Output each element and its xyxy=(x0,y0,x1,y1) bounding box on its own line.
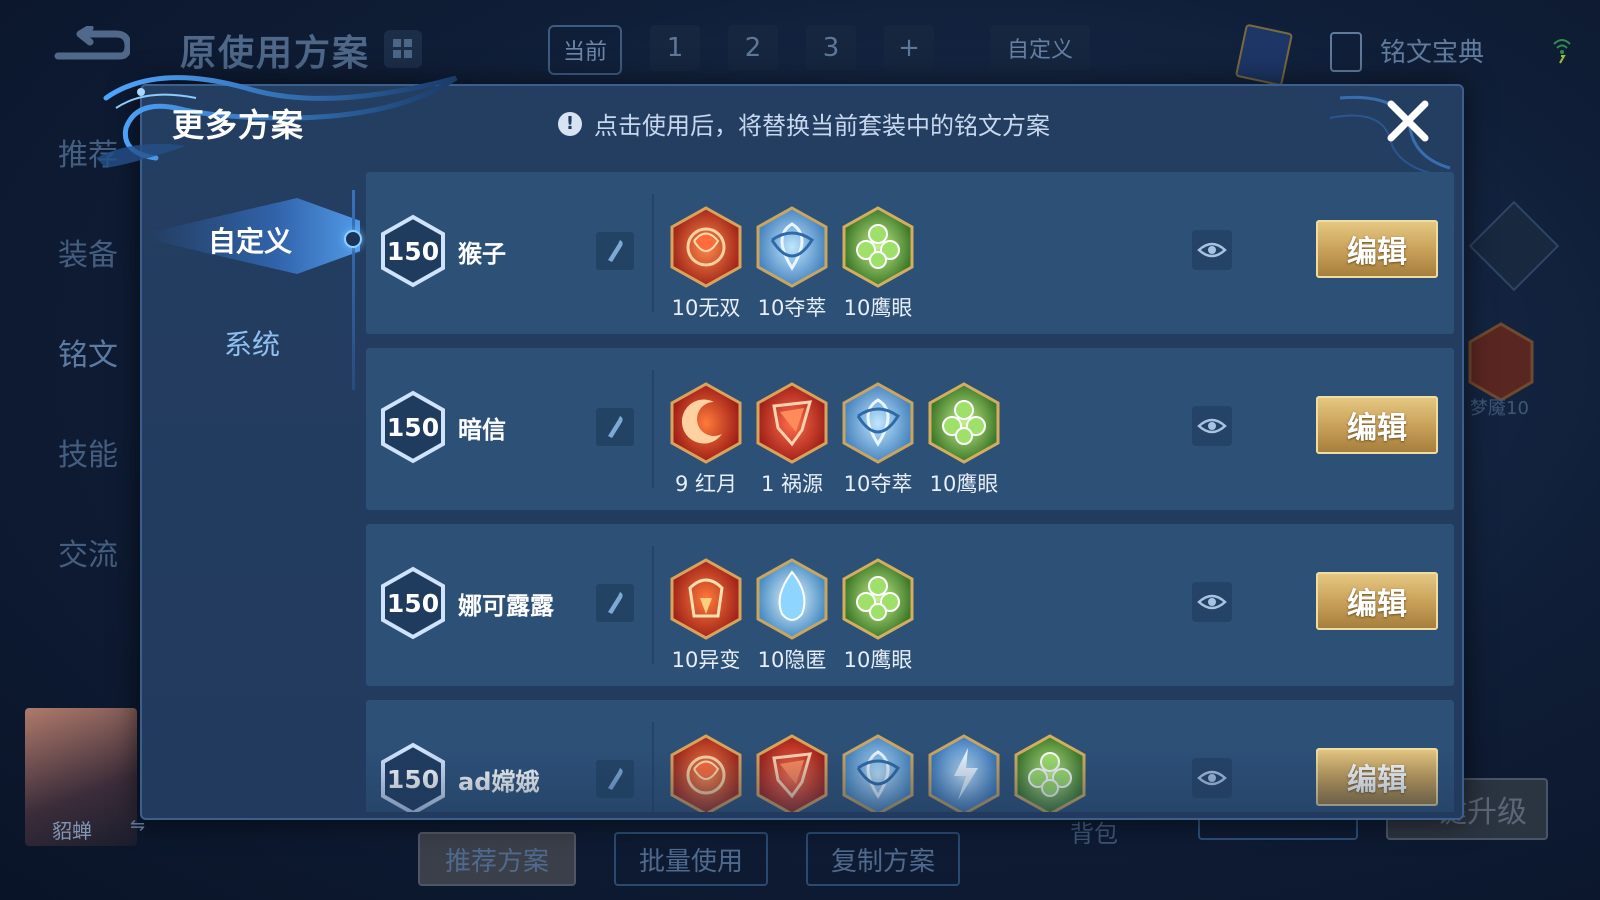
row-divider xyxy=(652,722,654,812)
tab-custom[interactable]: 自定义 xyxy=(990,25,1090,71)
level-value: 150 xyxy=(386,588,440,618)
preview-eye-icon[interactable] xyxy=(1192,406,1232,446)
plan-name: 暗信 xyxy=(458,416,506,444)
rune-label: 10隐匿 xyxy=(757,648,827,672)
rune-red-tower-icon xyxy=(670,558,742,640)
preview-eye-icon[interactable] xyxy=(1192,758,1232,798)
tab-3[interactable]: 3 xyxy=(806,25,856,71)
plan-name: 猴子 xyxy=(458,240,506,268)
grid-icon[interactable] xyxy=(384,30,422,68)
rune-gem-icon xyxy=(1468,322,1534,402)
rune-label: 9 红月 xyxy=(674,472,738,496)
rune-red-rose-icon xyxy=(670,734,742,812)
preview-eye-icon[interactable] xyxy=(1192,582,1232,622)
nav-runes[interactable]: 铭文 xyxy=(58,330,118,430)
plan-row[interactable]: 150 ad嫦娥 编辑 xyxy=(366,700,1454,812)
sidebar-selected-dot xyxy=(344,230,362,248)
notice-bar: ! 点击使用后，将替换当前套装中的铭文方案 xyxy=(558,106,1050,141)
rune-red-shard-icon xyxy=(756,734,828,812)
rune-green-clover-icon xyxy=(1014,734,1086,812)
level-badge: 150 xyxy=(380,390,446,464)
tab-1[interactable]: 1 xyxy=(650,25,700,71)
sidebar-item-custom[interactable]: 自定义 xyxy=(208,220,292,260)
sidebar-divider xyxy=(352,190,355,390)
level-value: 150 xyxy=(386,412,440,442)
rune-label: 10鹰眼 xyxy=(843,296,913,320)
copy-plan-button[interactable]: 复制方案 xyxy=(806,832,960,886)
row-divider xyxy=(652,546,654,664)
tab-add[interactable]: + xyxy=(884,25,934,71)
rune-blue-knot-icon xyxy=(842,734,914,812)
rune-blue-knot-icon xyxy=(842,382,914,464)
rune-green-clover-icon xyxy=(842,206,914,288)
rune-blue-knot-icon xyxy=(756,206,828,288)
rename-pencil-icon[interactable] xyxy=(596,584,634,622)
plan-name: 娜可露露 xyxy=(458,592,554,620)
rune-blue-bolt-icon xyxy=(928,734,1000,812)
rename-pencil-icon[interactable] xyxy=(596,408,634,446)
dialog-title: 更多方案 xyxy=(172,106,305,144)
rune-blue-flame-icon xyxy=(756,558,828,640)
nav-skills[interactable]: 技能 xyxy=(58,430,118,530)
tab-2[interactable]: 2 xyxy=(728,25,778,71)
rune-book-label[interactable]: 铭文宝典 xyxy=(1380,32,1484,69)
card-icon[interactable] xyxy=(1234,23,1294,87)
level-badge: 150 xyxy=(380,566,446,640)
edit-button[interactable]: 编辑 xyxy=(1316,220,1438,278)
rune-label: 10夺萃 xyxy=(757,296,827,320)
rune-green-clover-icon xyxy=(928,382,1000,464)
row-divider xyxy=(652,194,654,312)
rune-red-shard-icon xyxy=(756,382,828,464)
edit-button[interactable]: 编辑 xyxy=(1316,396,1438,454)
book-icon[interactable] xyxy=(1330,32,1362,72)
info-icon: ! xyxy=(558,111,582,136)
row-divider xyxy=(652,370,654,488)
rune-label: 1 祸源 xyxy=(760,472,824,496)
bg-left-nav: 推荐 装备 铭文 技能 交流 xyxy=(58,130,118,630)
rune-red-moon-icon xyxy=(670,382,742,464)
rune-label: 10异变 xyxy=(671,648,741,672)
rune-red-rose-icon xyxy=(670,206,742,288)
recommend-plan-button[interactable]: 推荐方案 xyxy=(418,832,576,886)
back-arrow-icon[interactable] xyxy=(50,26,130,66)
level-badge: 150 xyxy=(380,742,446,812)
plan-row[interactable]: 150 娜可露露 10异变 10隐匿 10鹰眼 编辑 xyxy=(366,524,1454,686)
rename-pencil-icon[interactable] xyxy=(596,232,634,270)
plan-name: ad嫦娥 xyxy=(458,768,540,796)
rune-label: 10夺萃 xyxy=(843,472,913,496)
level-value: 150 xyxy=(386,236,440,266)
plan-row[interactable]: 150 暗信 9 红月 1 祸源 10夺萃 10鹰眼 编辑 xyxy=(366,348,1454,510)
rune-green-clover-icon xyxy=(842,558,914,640)
plan-row[interactable]: 150 猴子 10无双 10夺萃 10鹰眼 编辑 xyxy=(366,172,1454,334)
menu-icon[interactable] xyxy=(1468,200,1560,292)
close-icon[interactable] xyxy=(1383,96,1433,146)
hero-name: 貂蝉 xyxy=(52,819,92,843)
rune-label: 10鹰眼 xyxy=(929,472,999,496)
nav-community[interactable]: 交流 xyxy=(58,530,118,630)
tab-current[interactable]: 当前 xyxy=(548,25,622,75)
rune-label: 10无双 xyxy=(671,296,741,320)
rune-label: 10鹰眼 xyxy=(843,648,913,672)
batch-use-button[interactable]: 批量使用 xyxy=(614,832,768,886)
rune-count-label: 梦魇10 xyxy=(1470,398,1529,419)
plan-list[interactable]: 150 猴子 10无双 10夺萃 10鹰眼 编辑 150 暗信 9 红月 1 祸源 10夺萃 10鹰眼… xyxy=(366,172,1456,812)
level-value: 150 xyxy=(386,764,440,794)
nav-equipment[interactable]: 装备 xyxy=(58,230,118,330)
decorative-swirl xyxy=(96,75,458,168)
preview-eye-icon[interactable] xyxy=(1192,230,1232,270)
edit-button[interactable]: 编辑 xyxy=(1316,748,1438,806)
level-badge: 150 xyxy=(380,214,446,288)
edit-button[interactable]: 编辑 xyxy=(1316,572,1438,630)
rename-pencil-icon[interactable] xyxy=(596,760,634,798)
wifi-icon xyxy=(1553,39,1571,64)
notice-text: 点击使用后，将替换当前套装中的铭文方案 xyxy=(594,112,1050,140)
sidebar-item-system[interactable]: 系统 xyxy=(224,323,280,363)
